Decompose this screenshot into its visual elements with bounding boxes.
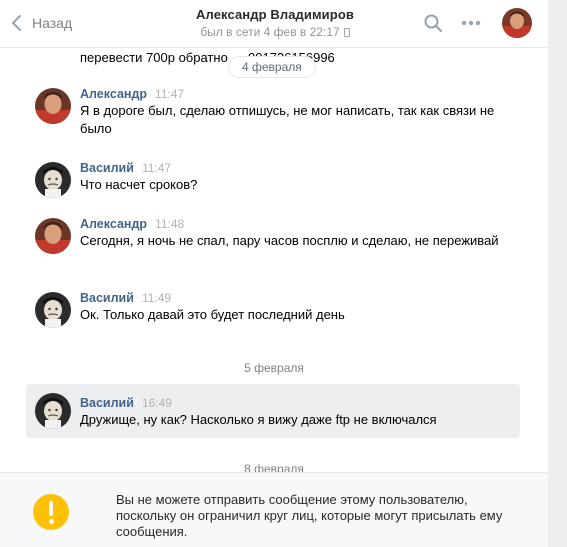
- message-time[interactable]: 11:48: [155, 217, 184, 231]
- message-text: Сегодня, я ночь не спал, пару часов посп…: [80, 233, 499, 248]
- message-text: Я в дороге был, сделаю отпишусь, не мог …: [80, 103, 495, 136]
- search-icon: [424, 14, 442, 32]
- date-separator: 5 февраля: [244, 361, 304, 375]
- avatar[interactable]: [35, 218, 71, 254]
- message-item-highlighted[interactable]: Василий 16:49 Дружище, ну как? Насколько …: [26, 384, 520, 438]
- back-button[interactable]: Назад: [10, 13, 72, 33]
- avatar[interactable]: [35, 162, 71, 198]
- message-time[interactable]: 16:49: [142, 396, 172, 410]
- peer-info[interactable]: Александр Владимиров был в сети 4 фев в …: [180, 7, 370, 39]
- message-author[interactable]: Василий: [80, 161, 134, 175]
- message-text: Что насчет сроков?: [80, 177, 198, 192]
- avatar[interactable]: [35, 393, 71, 429]
- avatar-photo-alexander: [35, 218, 71, 254]
- message-header: Александр 11:48: [80, 216, 500, 231]
- message-item[interactable]: Василий 11:47 Что насчет сроков?: [26, 160, 520, 200]
- message-item[interactable]: Александр 11:48 Сегодня, я ночь не спал, …: [26, 216, 520, 272]
- message-header: Василий 11:49: [80, 290, 500, 305]
- avatar-photo-alexander: [35, 88, 71, 124]
- notice-text: Вы не можете отправить сообщение этому п…: [116, 492, 503, 539]
- chevron-left-icon: [12, 15, 21, 31]
- mobile-icon: [343, 28, 350, 37]
- message-time[interactable]: 11:49: [142, 291, 171, 305]
- peer-status: был в сети 4 фев в 22:17: [180, 25, 370, 39]
- message-author[interactable]: Александр: [80, 217, 147, 231]
- message-time[interactable]: 11:47: [142, 161, 171, 175]
- message-author[interactable]: Василий: [80, 396, 134, 410]
- message-header: Василий 16:49: [80, 395, 500, 410]
- chat-panel: Назад Александр Владимиров был в сети 4 …: [0, 0, 548, 547]
- more-button[interactable]: [460, 14, 482, 32]
- avatar-photo-vasily: [35, 393, 71, 429]
- page-gutter: [548, 0, 567, 547]
- message-header: Василий 11:47: [80, 160, 500, 175]
- message-header: Александр 11:47: [80, 86, 500, 101]
- avatar-photo-vasily: [35, 162, 71, 198]
- floating-date-badge: 4 февраля: [228, 56, 316, 78]
- message-item[interactable]: Василий 11:49 Ок. Только давай это будет …: [26, 290, 520, 330]
- avatar-photo-alexander: [502, 8, 532, 38]
- message-author[interactable]: Василий: [80, 291, 134, 305]
- chat-header: Назад Александр Владимиров был в сети 4 …: [0, 0, 548, 48]
- message-time[interactable]: 11:47: [155, 87, 184, 101]
- search-button[interactable]: [423, 13, 443, 33]
- avatar[interactable]: [35, 88, 71, 124]
- avatar-photo-vasily: [35, 292, 71, 328]
- write-disabled-notice: Вы не можете отправить сообщение этому п…: [0, 472, 548, 547]
- peer-status-text: был в сети 4 фев в 22:17: [200, 25, 340, 39]
- peer-avatar[interactable]: [502, 8, 532, 38]
- warning-icon: [33, 494, 69, 530]
- message-text: Дружище, ну как? Насколько я вижу даже f…: [80, 412, 437, 427]
- peer-name[interactable]: Александр Владимиров: [180, 7, 370, 22]
- more-icon: [461, 20, 481, 26]
- back-label: Назад: [32, 15, 73, 31]
- message-item[interactable]: Александр 11:47 Я в дороге был, сделаю от…: [26, 86, 520, 142]
- avatar[interactable]: [35, 292, 71, 328]
- message-text: Ок. Только давай это будет последний ден…: [80, 307, 345, 322]
- message-author[interactable]: Александр: [80, 87, 147, 101]
